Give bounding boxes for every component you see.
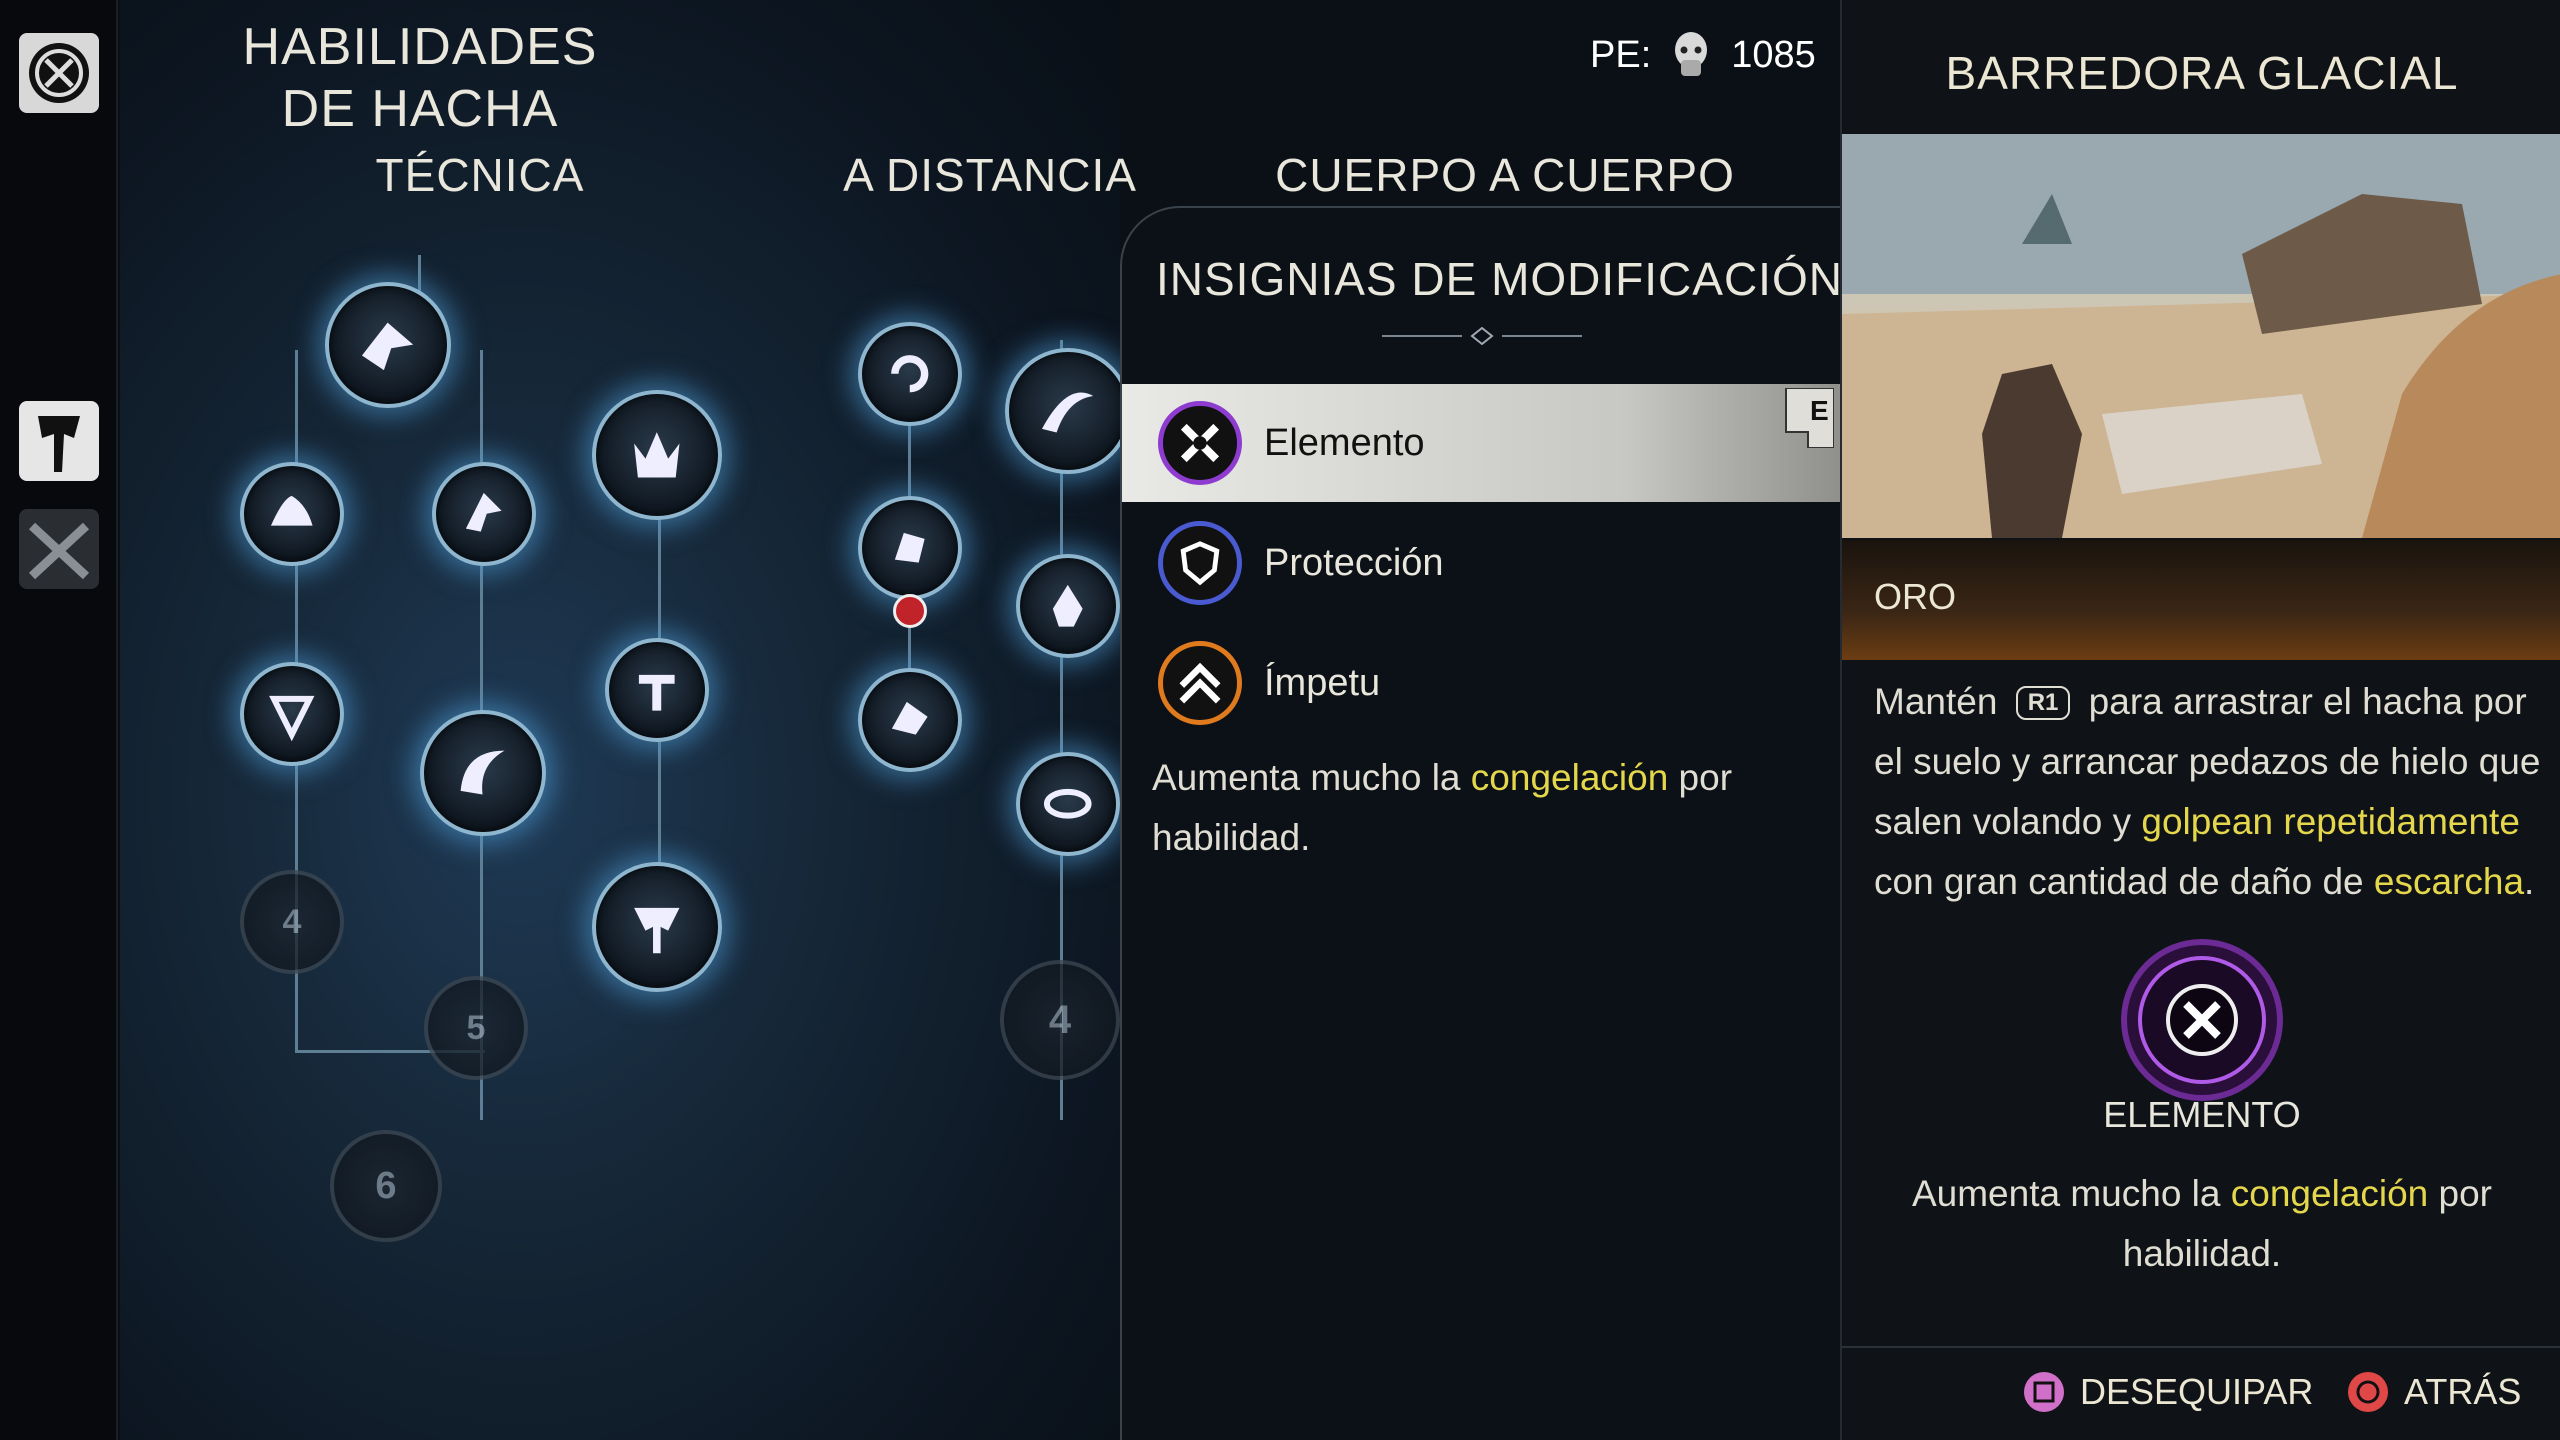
- locked-skill-node[interactable]: 6: [330, 1130, 442, 1242]
- skill-node[interactable]: [592, 862, 722, 992]
- skull-alert-icon: [893, 594, 927, 628]
- locked-skill-node[interactable]: 5: [424, 976, 528, 1080]
- unequip-button[interactable]: DESEQUIPAR: [2022, 1370, 2313, 1414]
- slash-skill-icon: [1042, 392, 1094, 433]
- head-skill-icon: [895, 533, 925, 563]
- lock-level: 4: [1048, 997, 1072, 1042]
- skill-points-value: 1085: [1731, 33, 1816, 76]
- tab-tecnica[interactable]: TÉCNICA: [360, 148, 600, 202]
- divider: [1842, 1346, 2560, 1348]
- locked-skill-node[interactable]: 4: [1000, 960, 1120, 1080]
- swirl-skill-icon: [891, 355, 929, 393]
- axe-icon[interactable]: [16, 398, 102, 484]
- element-emblem-icon: [2121, 939, 2283, 1101]
- skill-node[interactable]: [1016, 554, 1120, 658]
- lock-level: 4: [282, 902, 302, 941]
- highlight-text: golpean repetidamente: [2141, 801, 2520, 842]
- flame-skill-icon: [1053, 585, 1083, 627]
- rune-skill-icon: [269, 696, 315, 742]
- mods-title: INSIGNIAS DE MODIFICACIÓN: [1156, 253, 1843, 305]
- back-button[interactable]: ATRÁS: [2346, 1370, 2521, 1414]
- mod-item-label: Ímpetu: [1264, 661, 1381, 704]
- beast-head-skill-icon: [892, 702, 928, 735]
- mod-item-proteccion[interactable]: Protección: [1122, 504, 1842, 622]
- skill-node[interactable]: [240, 462, 344, 566]
- element-icon: [1158, 401, 1242, 485]
- skill-node[interactable]: [592, 390, 722, 520]
- unequip-label: DESEQUIPAR: [2080, 1371, 2314, 1412]
- skill-points-label: PE:: [1590, 33, 1652, 76]
- skill-node[interactable]: [240, 662, 344, 766]
- shield-icon: [1158, 521, 1242, 605]
- back-label: ATRÁS: [2404, 1371, 2522, 1412]
- square-button-icon: [2024, 1372, 2064, 1412]
- skill-node[interactable]: [1005, 348, 1131, 474]
- skill-node[interactable]: [858, 668, 962, 772]
- mods-panel: INSIGNIAS DE MODIFICACIÓN Elemento E Pro…: [1120, 206, 1843, 1440]
- highlight-text: congelación: [1470, 757, 1669, 798]
- skill-title: BARREDORA GLACIAL: [1945, 47, 2459, 99]
- mod-item-label: Protección: [1264, 541, 1444, 584]
- skill-node[interactable]: [858, 322, 962, 426]
- skill-node[interactable]: [432, 462, 536, 566]
- lock-level: 6: [375, 1164, 397, 1207]
- spiral-skill-icon: [1044, 789, 1092, 819]
- lock-level: 5: [466, 1008, 486, 1047]
- side-rail: [0, 0, 118, 1440]
- highlight-text: congelación: [2230, 1173, 2429, 1214]
- locked-skill-node[interactable]: 4: [240, 870, 344, 974]
- axe-throw-skill-icon: [634, 908, 680, 954]
- rune-emblem-icon[interactable]: [16, 30, 102, 116]
- page-title: HABILIDADES DE HACHA: [242, 18, 598, 138]
- skill-description: Mantén R1 para arrastrar el hacha por el…: [1874, 681, 2541, 902]
- wave-skill-icon: [271, 496, 313, 526]
- tab-a-distancia[interactable]: A DISTANCIA: [830, 148, 1150, 202]
- ornament-divider-icon: [1382, 326, 1582, 346]
- crescent-skill-icon: [461, 751, 505, 795]
- crossed-blades-icon[interactable]: [16, 506, 102, 592]
- r1-button-icon: R1: [2015, 686, 2071, 720]
- circle-button-icon: [2348, 1372, 2388, 1412]
- skill-node[interactable]: [325, 282, 451, 408]
- skill-node[interactable]: [858, 496, 962, 600]
- mod-description: Aumenta mucho la congelación por habilid…: [1152, 757, 1733, 858]
- mod-item-label: Elemento: [1264, 421, 1425, 464]
- beast-skill-icon: [362, 323, 414, 371]
- skill-detail-panel: BARREDORA GLACIAL ORO Mantén R1 para arr…: [1840, 0, 2560, 1440]
- highlight-text: escarcha: [2373, 861, 2525, 902]
- tier-banner: ORO: [1842, 540, 2560, 660]
- crown-skill-icon: [634, 432, 680, 478]
- skill-node[interactable]: [1016, 752, 1120, 856]
- skill-points: PE: 1085: [1590, 30, 1816, 80]
- skill-preview-image: [1842, 134, 2560, 538]
- chevrons-up-icon: [1158, 641, 1242, 725]
- skill-node[interactable]: [605, 638, 709, 742]
- tier-label: ORO: [1874, 576, 1957, 617]
- kratos-head-icon: [1675, 32, 1708, 76]
- equipped-badge: E: [1778, 387, 1835, 449]
- mod-item-elemento[interactable]: Elemento E: [1122, 384, 1842, 502]
- hammer-skill-icon: [639, 675, 675, 711]
- svg-text:E: E: [1810, 395, 1829, 426]
- skill-node[interactable]: [420, 710, 546, 836]
- tab-cuerpo-a-cuerpo[interactable]: CUERPO A CUERPO: [1275, 148, 1735, 202]
- element-description: Aumenta mucho la congelación por habilid…: [1911, 1173, 2493, 1274]
- bird-skill-icon: [466, 493, 502, 532]
- mod-item-impetu[interactable]: Ímpetu: [1122, 624, 1842, 742]
- element-label: ELEMENTO: [2103, 1094, 2301, 1135]
